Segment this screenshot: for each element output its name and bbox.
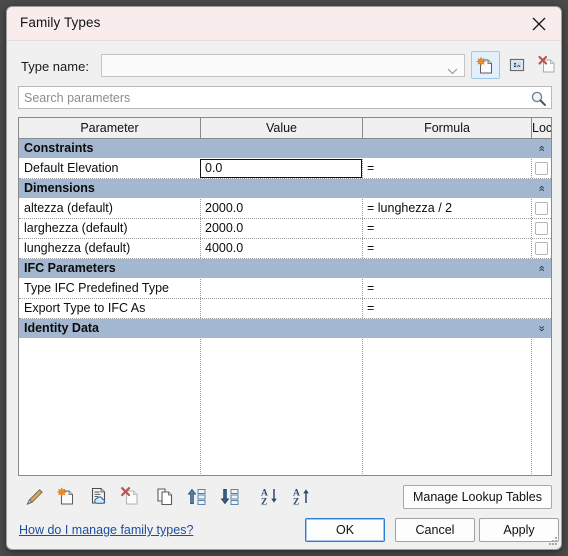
parameter-lock-cell[interactable] (531, 159, 551, 178)
parameter-value-cell[interactable]: 2000.0 (200, 199, 362, 218)
grid-empty-area (19, 339, 551, 475)
parameter-row[interactable]: Export Type to IFC As = (19, 299, 551, 319)
group-header-row[interactable]: Identity Data » (19, 319, 551, 339)
parameter-name-cell[interactable]: lunghezza (default) (19, 239, 200, 258)
parameter-name-cell[interactable]: altezza (default) (19, 199, 200, 218)
new-parameter-button[interactable] (54, 484, 80, 510)
type-name-input[interactable] (106, 57, 436, 74)
group-header-label: Dimensions (24, 181, 95, 195)
cancel-button[interactable]: Cancel (395, 518, 475, 542)
dialog-title: Family Types (20, 15, 101, 30)
group-header-label: Identity Data (24, 321, 100, 335)
parameter-formula-cell[interactable]: = (362, 239, 531, 258)
parameter-name-cell[interactable]: Type IFC Predefined Type (19, 279, 200, 298)
edit-parameter-button[interactable] (22, 484, 48, 510)
collapse-chevron-icon[interactable]: « (533, 265, 548, 271)
parameter-row[interactable]: lunghezza (default) 4000.0 = (19, 239, 551, 259)
parameter-lock-cell[interactable] (531, 239, 551, 258)
parameter-row[interactable]: larghezza (default) 2000.0 = (19, 219, 551, 239)
parameter-formula-cell[interactable]: = (362, 159, 531, 178)
column-header-parameter[interactable]: Parameter (19, 118, 200, 138)
svg-text:Z: Z (293, 498, 299, 508)
lock-checkbox[interactable] (534, 242, 548, 255)
search-input[interactable] (24, 89, 514, 107)
parameter-name-cell[interactable]: larghezza (default) (19, 219, 200, 238)
parameter-row[interactable]: Default Elevation 0.0 = (19, 159, 551, 179)
resize-grip[interactable] (547, 535, 558, 546)
type-name-combobox[interactable] (101, 54, 465, 77)
column-header-lock[interactable]: Lock (531, 118, 551, 138)
parameter-value-cell[interactable]: 4000.0 (200, 239, 362, 258)
chevron-down-icon[interactable] (447, 62, 458, 75)
column-separator (362, 339, 363, 475)
group-header-row[interactable]: Dimensions « (19, 179, 551, 199)
expand-chevron-icon[interactable]: » (533, 325, 548, 331)
help-link[interactable]: How do I manage family types? (19, 523, 193, 537)
rename-type-button[interactable] (503, 51, 532, 79)
collapse-chevron-icon[interactable]: « (533, 185, 548, 191)
group-header-row[interactable]: Constraints « (19, 139, 551, 159)
parameter-value-cell[interactable] (200, 299, 362, 318)
parameter-name-cell[interactable]: Default Elevation (19, 159, 200, 178)
parameter-formula-cell[interactable]: = (362, 219, 531, 238)
parameters-grid: ParameterValueFormulaLock Constraints « De… (18, 117, 552, 476)
group-header-label: IFC Parameters (24, 261, 116, 275)
delete-type-button[interactable] (534, 51, 561, 79)
parameter-formula-cell[interactable]: = (362, 299, 531, 318)
sort-descending-button[interactable]: A Z (257, 484, 283, 510)
search-parameters-bar[interactable] (18, 86, 552, 109)
column-separator (200, 339, 201, 475)
shared-parameter-button[interactable] (86, 484, 112, 510)
parameter-value-cell[interactable]: 2000.0 (200, 219, 362, 238)
dialog-titlebar: Family Types (7, 7, 561, 41)
search-icon[interactable] (530, 90, 547, 107)
new-type-button[interactable] (471, 51, 500, 79)
group-header-row[interactable]: IFC Parameters « (19, 259, 551, 279)
parameter-name-cell[interactable]: Export Type to IFC As (19, 299, 200, 318)
lock-checkbox[interactable] (534, 222, 548, 235)
move-down-button[interactable] (217, 484, 243, 510)
parameter-value-cell[interactable] (200, 279, 362, 298)
parameter-lock-cell (531, 299, 551, 318)
column-header-value[interactable]: Value (200, 118, 362, 138)
svg-text:Z: Z (261, 498, 267, 508)
remove-parameter-button[interactable] (118, 484, 144, 510)
family-types-dialog: Family Types Type name: Search parameter… (6, 6, 562, 550)
column-separator (531, 339, 532, 475)
parameter-toolbar: A Z A Z Manage Lookup Tables (18, 484, 552, 514)
column-header-formula[interactable]: Formula (362, 118, 531, 138)
parameter-formula-cell[interactable]: = lunghezza / 2 (362, 199, 531, 218)
type-name-label: Type name: (21, 59, 89, 74)
parameter-lock-cell (531, 279, 551, 298)
grid-body: Constraints «Default Elevation 0.0 = Dimensi… (19, 139, 551, 339)
parameter-lock-cell[interactable] (531, 219, 551, 238)
parameter-formula-cell[interactable]: = (362, 279, 531, 298)
close-button[interactable] (521, 9, 557, 39)
group-header-label: Constraints (24, 141, 94, 155)
parameter-row[interactable]: Type IFC Predefined Type = (19, 279, 551, 299)
parameter-lock-cell[interactable] (531, 199, 551, 218)
manage-lookup-tables-button[interactable]: Manage Lookup Tables (402, 485, 552, 509)
lock-checkbox[interactable] (534, 162, 548, 175)
move-up-button[interactable] (184, 484, 210, 510)
collapse-chevron-icon[interactable]: « (533, 145, 548, 151)
lock-checkbox[interactable] (534, 202, 548, 215)
parameter-row[interactable]: altezza (default) 2000.0 = lunghezza / 2 (19, 199, 551, 219)
duplicate-parameter-button[interactable] (152, 484, 178, 510)
ok-button[interactable]: OK (305, 518, 385, 542)
parameter-value-input[interactable]: 0.0 (200, 159, 362, 178)
sort-ascending-button[interactable]: A Z (289, 484, 315, 510)
grid-header-row: ParameterValueFormulaLock (19, 118, 551, 139)
